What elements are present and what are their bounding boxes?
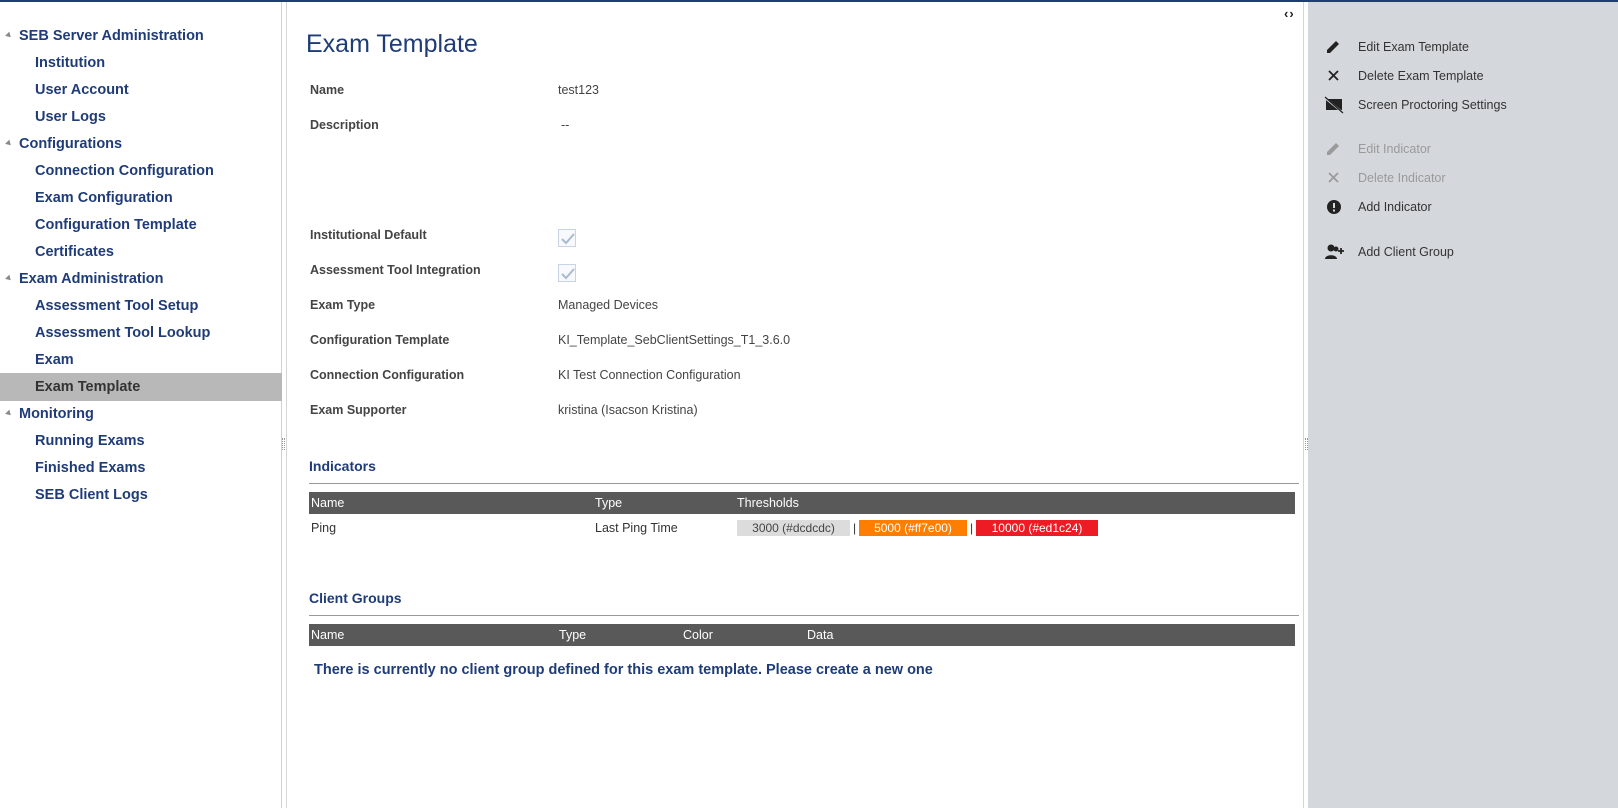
edit-exam-template-button[interactable]: Edit Exam Template (1324, 36, 1614, 58)
indicator-row-name[interactable]: Ping (311, 521, 336, 535)
nav-item-assessment-tool-setup[interactable]: Assessment Tool Setup (0, 292, 282, 320)
checkmark-icon (561, 268, 575, 280)
close-icon (1324, 67, 1344, 85)
connection-configuration-value: KI Test Connection Configuration (558, 368, 741, 382)
nav-item-exam-template[interactable]: Exam Template (0, 373, 282, 401)
name-label: Name (310, 83, 345, 97)
client-groups-col-name[interactable]: Name (311, 624, 344, 646)
client-groups-divider (309, 615, 1299, 616)
tree-expand-icon (5, 139, 13, 148)
institutional-default-checkbox (558, 229, 576, 247)
navigation-pane: SEB Server Administration Institution Us… (0, 2, 282, 808)
description-label: Description (310, 118, 379, 132)
screen-proctoring-settings-button[interactable]: Screen Proctoring Settings (1324, 94, 1614, 116)
configuration-template-label: Configuration Template (310, 333, 450, 347)
nav-item-finished-exams[interactable]: Finished Exams (0, 454, 282, 482)
add-client-group-button[interactable]: Add Client Group (1324, 241, 1614, 263)
threshold-separator: | (970, 521, 974, 535)
close-icon (1324, 169, 1344, 187)
nav-item-assessment-tool-lookup[interactable]: Assessment Tool Lookup (0, 319, 282, 347)
indicator-row-type[interactable]: Last Ping Time (595, 521, 678, 535)
configuration-template-value: KI_Template_SebClientSettings_T1_3.6.0 (558, 333, 791, 347)
nav-item-seb-client-logs[interactable]: SEB Client Logs (0, 481, 282, 509)
add-group-icon (1324, 243, 1344, 261)
threshold-badge-3: 10000 (#ed1c24) (976, 520, 1098, 536)
left-splitter-handle[interactable] (282, 438, 285, 450)
nav-group-seb-server-administration[interactable]: SEB Server Administration (0, 22, 282, 50)
nav-group-exam-administration[interactable]: Exam Administration (0, 265, 282, 293)
exam-supporter-value: kristina (Isacson Kristina) (558, 403, 698, 417)
name-value: test123 (558, 83, 600, 97)
content-pane (286, 2, 1304, 808)
assessment-tool-integration-label: Assessment Tool Integration (310, 263, 481, 277)
alert-circle-icon (1324, 198, 1344, 216)
checkmark-icon (561, 233, 575, 245)
pencil-icon (1324, 38, 1344, 56)
indicators-divider (309, 483, 1299, 484)
indicators-table-header: Name Type Thresholds (309, 492, 1295, 514)
threshold-separator: | (853, 521, 857, 535)
page-title: Exam Template (306, 30, 478, 58)
nav-item-exam[interactable]: Exam (0, 346, 282, 374)
tree-expand-icon (5, 274, 13, 283)
nav-item-connection-configuration[interactable]: Connection Configuration (0, 157, 282, 185)
nav-item-user-account[interactable]: User Account (0, 76, 282, 104)
tree-expand-icon (5, 31, 13, 40)
exam-type-value: Managed Devices (558, 298, 659, 312)
exam-type-label: Exam Type (310, 298, 376, 312)
indicators-section-title: Indicators (309, 458, 376, 474)
collapse-expand-icon[interactable]: ‹› (1284, 6, 1295, 21)
client-groups-col-data[interactable]: Data (807, 624, 833, 646)
add-indicator-button[interactable]: Add Indicator (1324, 196, 1614, 218)
indicators-col-thresholds[interactable]: Thresholds (737, 492, 799, 514)
threshold-badge-2: 5000 (#ff7e00) (859, 520, 967, 536)
pencil-icon (1324, 140, 1344, 158)
exam-supporter-label: Exam Supporter (310, 403, 407, 417)
nav-item-exam-configuration[interactable]: Exam Configuration (0, 184, 282, 212)
delete-indicator-button[interactable]: Delete Indicator (1324, 167, 1614, 189)
client-groups-empty-message: There is currently no client group defin… (314, 662, 933, 678)
edit-indicator-button[interactable]: Edit Indicator (1324, 138, 1614, 160)
screen-off-icon (1324, 96, 1344, 114)
institutional-default-label: Institutional Default (310, 228, 427, 242)
action-pane (1308, 2, 1618, 808)
nav-group-configurations[interactable]: Configurations (0, 130, 282, 158)
client-groups-col-color[interactable]: Color (683, 624, 713, 646)
indicators-col-name[interactable]: Name (311, 492, 344, 514)
assessment-tool-integration-checkbox (558, 264, 576, 282)
connection-configuration-label: Connection Configuration (310, 368, 465, 382)
threshold-badge-1: 3000 (#dcdcdc) (737, 520, 850, 536)
delete-exam-template-button[interactable]: Delete Exam Template (1324, 65, 1614, 87)
nav-group-monitoring[interactable]: Monitoring (0, 400, 282, 428)
tree-expand-icon (5, 409, 13, 418)
client-groups-col-type[interactable]: Type (559, 624, 586, 646)
indicators-col-type[interactable]: Type (595, 492, 622, 514)
nav-item-certificates[interactable]: Certificates (0, 238, 282, 266)
nav-item-configuration-template[interactable]: Configuration Template (0, 211, 282, 239)
client-groups-table-header: Name Type Color Data (309, 624, 1295, 646)
nav-item-running-exams[interactable]: Running Exams (0, 427, 282, 455)
description-value: -- (561, 118, 570, 132)
nav-item-user-logs[interactable]: User Logs (0, 103, 282, 131)
client-groups-section-title: Client Groups (309, 590, 402, 606)
nav-item-institution[interactable]: Institution (0, 49, 282, 77)
